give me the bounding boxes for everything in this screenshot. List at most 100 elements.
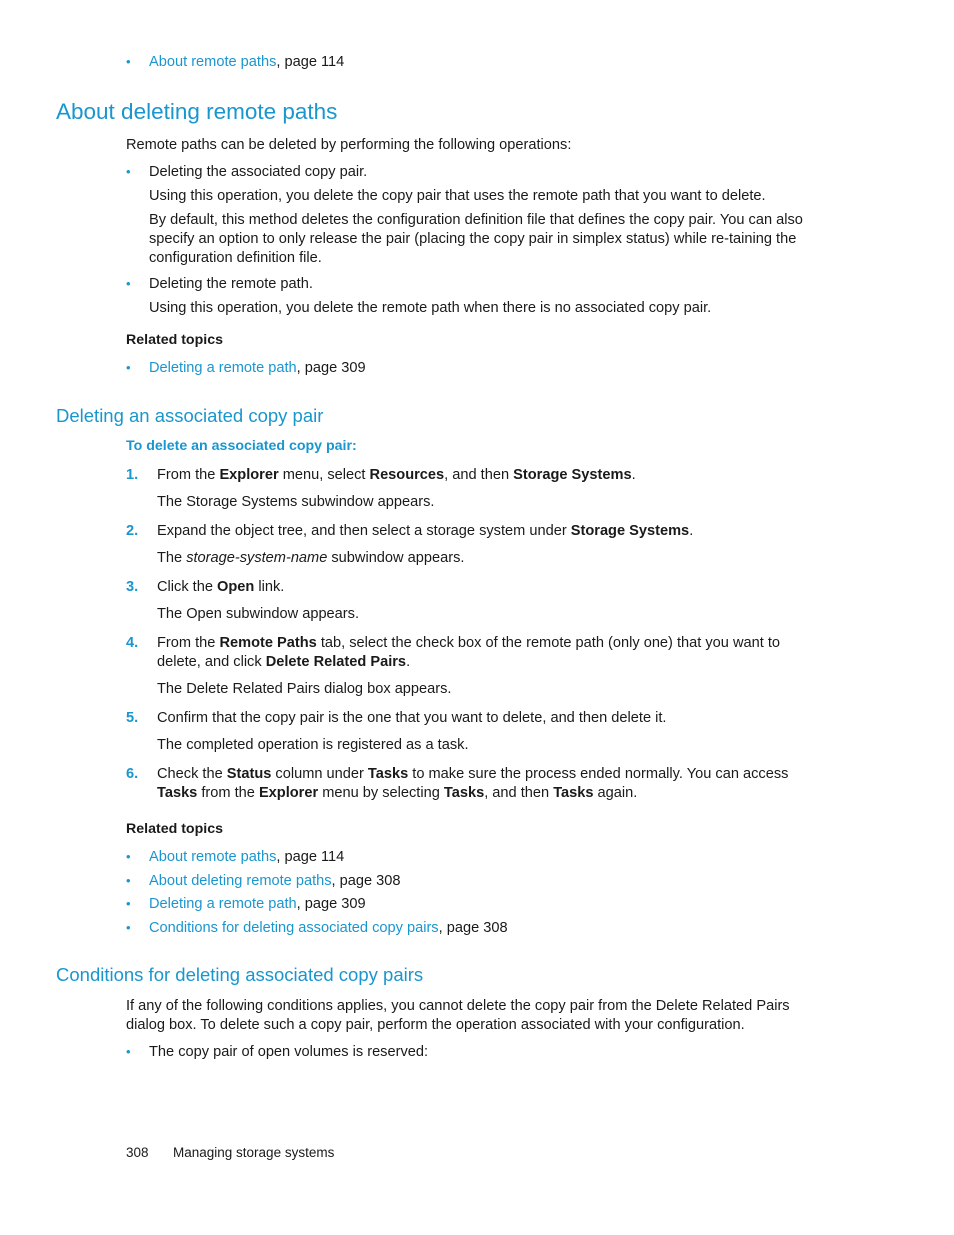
step-text-run: , and then	[444, 467, 514, 483]
step-text-run: to make sure the process ended normally.…	[408, 766, 789, 782]
operation-label: Deleting the remote path.	[149, 276, 313, 292]
step-number: 1.	[126, 467, 139, 483]
related-topic-link[interactable]: About remote paths	[149, 849, 276, 865]
operation-description: Using this operation, you delete the rem…	[149, 300, 712, 316]
section-title-conditions: Conditions for deleting associated copy …	[56, 964, 424, 985]
step-text-run: link.	[254, 579, 285, 595]
bullet-icon: •	[126, 276, 131, 291]
ui-term: Explorer	[258, 785, 319, 801]
operation-description: By default, this method deletes the conf…	[149, 212, 803, 266]
step-text-run: The Delete Related Pairs dialog box appe…	[157, 681, 452, 697]
related-topic-item: • Conditions for deleting associated copy…	[126, 920, 508, 936]
related-topics-heading: Related topics	[126, 332, 223, 348]
bullet-icon: •	[126, 54, 131, 69]
page-number: 308	[126, 1145, 149, 1160]
ui-term: Resources	[369, 467, 445, 483]
page-reference: , page 114	[276, 54, 345, 70]
step-result: The completed operation is registered as…	[157, 737, 469, 753]
related-topic-item: • About remote paths, page 114	[126, 54, 344, 70]
step-instruction: Check the Status column under Tasks to m…	[157, 765, 806, 803]
section-title-deleting-associated-copy-pair: Deleting an associated copy pair	[56, 405, 324, 426]
step-text-run: The Storage Systems subwindow appears.	[157, 494, 435, 510]
step-number: 5.	[126, 710, 139, 726]
condition-label: The copy pair of open volumes is reserve…	[149, 1044, 429, 1060]
step-text-run: Expand the object tree, and then select …	[157, 523, 571, 539]
ui-term: Delete Related Pairs	[265, 654, 407, 670]
page-reference: , page 308	[438, 920, 508, 936]
step-text-run: Confirm that the copy pair is the one th…	[157, 710, 667, 726]
ui-term: Tasks	[367, 766, 409, 782]
procedure-step: 6. Check the Status column under Tasks to…	[126, 765, 806, 803]
step-instruction: From the Explorer menu, select Resources…	[157, 466, 806, 485]
related-topic-item: • Deleting a remote path, page 309	[126, 896, 366, 912]
related-topic-link[interactable]: About remote paths	[149, 54, 276, 70]
step-text-run: from the	[197, 785, 259, 801]
operation-bullet: • Deleting the associated copy pair.	[126, 164, 367, 180]
operation-description: Using this operation, you delete the cop…	[149, 188, 766, 204]
related-topic-link[interactable]: Deleting a remote path	[149, 360, 297, 376]
related-topic-link[interactable]: Deleting a remote path	[149, 896, 297, 912]
procedure-step: 2. Expand the object tree, and then selec…	[126, 522, 806, 541]
ui-term: Open	[217, 579, 255, 595]
step-text-run: The completed operation is registered as…	[157, 737, 469, 753]
procedure-heading: To delete an associated copy pair:	[126, 438, 357, 454]
bullet-icon: •	[126, 360, 131, 375]
step-instruction: From the Remote Paths tab, select the ch…	[157, 634, 806, 672]
step-number: 3.	[126, 579, 139, 595]
ui-term: Storage Systems	[513, 467, 632, 483]
step-result: The Open subwindow appears.	[157, 606, 359, 622]
bullet-icon: •	[126, 873, 131, 888]
step-text-run: subwindow appears.	[327, 550, 465, 566]
bullet-icon: •	[126, 164, 131, 179]
bullet-icon: •	[126, 849, 131, 864]
step-text-run: .	[406, 654, 411, 670]
ui-term: Storage Systems	[570, 523, 690, 539]
operation-bullet: • Deleting the remote path.	[126, 276, 313, 292]
step-instruction: Expand the object tree, and then select …	[157, 522, 806, 541]
step-text-run: From the	[157, 635, 220, 651]
step-result: The storage-system-name subwindow appear…	[157, 550, 464, 566]
ui-term: Status	[226, 766, 272, 782]
step-result: The Delete Related Pairs dialog box appe…	[157, 681, 451, 697]
step-text-run: again.	[593, 785, 638, 801]
related-topic-link[interactable]: About deleting remote paths	[149, 873, 332, 889]
step-text-run: .	[689, 523, 694, 539]
bullet-icon: •	[126, 1044, 131, 1059]
step-number: 4.	[126, 635, 139, 651]
procedure-step: 3. Click the Open link.	[126, 578, 806, 597]
section-intro: Remote paths can be deleted by performin…	[126, 137, 572, 153]
related-topic-link[interactable]: Conditions for deleting associated copy …	[149, 920, 439, 936]
section-title-about-deleting-remote-paths: About deleting remote paths	[56, 99, 338, 124]
step-number: 6.	[126, 766, 139, 782]
step-text-run: menu, select	[278, 467, 370, 483]
step-result: The Storage Systems subwindow appears.	[157, 494, 434, 510]
ui-term: Tasks	[443, 785, 485, 801]
step-instruction: Click the Open link.	[157, 578, 806, 597]
bullet-icon: •	[126, 920, 131, 935]
step-text-run: The Open subwindow appears.	[157, 606, 360, 622]
placeholder-term: storage-system-name	[186, 550, 328, 566]
related-topics-heading: Related topics	[126, 821, 223, 837]
page-reference: , page 114	[276, 849, 345, 865]
page-reference: , page 308	[331, 873, 401, 889]
step-text-run: Check the	[157, 766, 227, 782]
step-text-run: .	[631, 467, 636, 483]
step-number: 2.	[126, 523, 139, 539]
step-text-run: , and then	[484, 785, 554, 801]
page-reference: , page 309	[296, 896, 366, 912]
procedure-step: 4. From the Remote Paths tab, select the …	[126, 634, 806, 672]
related-topic-item: • Deleting a remote path, page 309	[126, 360, 366, 376]
ui-term: Tasks	[157, 785, 198, 801]
ui-term: Explorer	[219, 467, 279, 483]
procedure-step: 1. From the Explorer menu, select Resourc…	[126, 466, 806, 485]
step-text-run: From the	[157, 467, 220, 483]
bullet-icon: •	[126, 896, 131, 911]
page-reference: , page 309	[296, 360, 366, 376]
step-instruction: Confirm that the copy pair is the one th…	[157, 709, 806, 728]
step-text-run: column under	[271, 766, 368, 782]
chapter-title: Managing storage systems	[173, 1145, 335, 1160]
condition-bullet: • The copy pair of open volumes is reserv…	[126, 1044, 428, 1060]
ui-term: Remote Paths	[219, 635, 317, 651]
step-text-run: Click the	[157, 579, 218, 595]
procedure-step: 5. Confirm that the copy pair is the one …	[126, 709, 806, 728]
